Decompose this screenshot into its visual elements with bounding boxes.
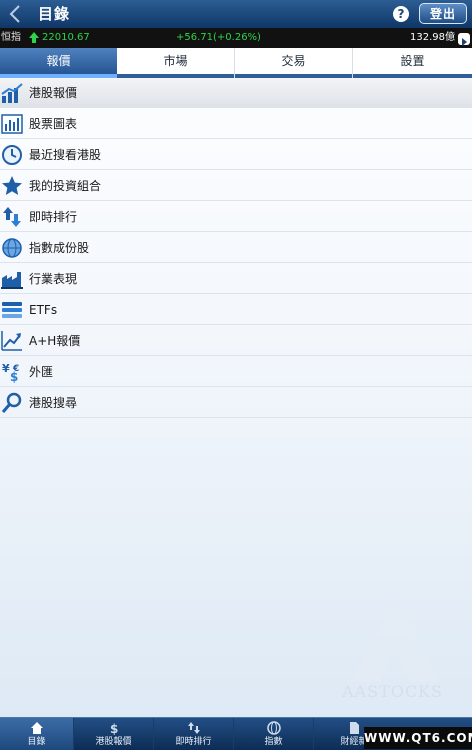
logout-button[interactable]: 登出 bbox=[419, 3, 467, 24]
globe-icon bbox=[1, 237, 23, 259]
tab-label: 報價 bbox=[46, 54, 71, 68]
ticker-change: +56.71(+0.26%) bbox=[176, 32, 261, 43]
industry-icon bbox=[1, 268, 23, 290]
dollar-icon: $ bbox=[110, 722, 118, 735]
bar-chart-icon bbox=[1, 113, 23, 135]
stack-icon bbox=[1, 299, 23, 321]
bottom-nav-ranking[interactable]: 即時排行 bbox=[154, 718, 234, 750]
watermark-text: AASTOCKS bbox=[342, 682, 444, 701]
tab-trade[interactable]: 交易 bbox=[235, 48, 353, 78]
ticker-turnover: 132.98億 bbox=[410, 32, 455, 43]
bottom-nav-home[interactable]: 目錄 bbox=[0, 718, 74, 750]
tab-label: 設置 bbox=[400, 54, 425, 68]
aastocks-logo-watermark bbox=[350, 602, 440, 682]
document-icon bbox=[350, 722, 359, 734]
menu-item-industry[interactable]: 行業表現 bbox=[0, 264, 472, 294]
back-arrow-icon bbox=[9, 5, 20, 23]
menu-item-label: 股票圖表 bbox=[29, 117, 78, 131]
bottom-nav-label: 即時排行 bbox=[175, 737, 212, 747]
bottom-nav-label: 目錄 bbox=[27, 737, 46, 747]
menu-item-label: ETFs bbox=[29, 303, 58, 317]
globe-icon bbox=[266, 721, 281, 735]
bottom-nav-hk-quotes[interactable]: $ 港股報價 bbox=[74, 718, 154, 750]
bottom-nav-label: 港股報價 bbox=[95, 737, 132, 747]
menu-item-hk-quotes[interactable]: 港股報價 bbox=[0, 78, 472, 108]
search-icon bbox=[1, 392, 23, 414]
play-icon bbox=[462, 38, 467, 46]
site-watermark-badge: WWW.QT6.COM bbox=[364, 727, 472, 749]
menu-item-top-ranking[interactable]: 即時排行 bbox=[0, 202, 472, 232]
menu-item-label: 港股搜尋 bbox=[29, 396, 78, 410]
menu-item-ah-quotes[interactable]: A+H報價 bbox=[0, 326, 472, 356]
menu-item-portfolio[interactable]: 我的投資組合 bbox=[0, 171, 472, 201]
up-down-arrows-icon bbox=[187, 722, 200, 734]
home-icon bbox=[30, 722, 43, 734]
up-down-arrows-icon bbox=[1, 206, 23, 228]
currency-icon: ¥ $ € bbox=[1, 361, 23, 383]
tab-label: 交易 bbox=[281, 54, 306, 68]
menu-item-label: 港股報價 bbox=[29, 86, 78, 100]
tab-label: 市場 bbox=[163, 54, 188, 68]
tab-bar: 報價 市場 交易 設置 bbox=[0, 48, 472, 79]
line-chart-icon bbox=[1, 82, 23, 104]
clock-icon bbox=[1, 144, 23, 166]
bottom-nav-index[interactable]: 指數 bbox=[234, 718, 314, 750]
header-bar: 目錄 ? 登出 bbox=[0, 0, 472, 29]
menu-item-recent-stocks[interactable]: 最近搜看港股 bbox=[0, 140, 472, 170]
index-ticker[interactable]: 恒指 22010.67 +56.71(+0.26%) 132.98億 bbox=[0, 28, 472, 48]
menu-item-label: 外匯 bbox=[29, 365, 54, 379]
up-arrow-icon bbox=[29, 32, 39, 48]
star-icon bbox=[1, 175, 23, 197]
ticker-value: 22010.67 bbox=[42, 32, 90, 43]
ticker-next-button[interactable] bbox=[458, 33, 470, 46]
bottom-nav-label: 指數 bbox=[264, 737, 283, 747]
menu-item-index-constituents[interactable]: 指數成份股 bbox=[0, 233, 472, 263]
help-button[interactable]: ? bbox=[393, 6, 409, 22]
menu-item-stock-chart[interactable]: 股票圖表 bbox=[0, 109, 472, 139]
menu-item-label: 最近搜看港股 bbox=[29, 148, 102, 162]
menu-item-label: 指數成份股 bbox=[29, 241, 90, 255]
menu-item-etfs[interactable]: ETFs bbox=[0, 295, 472, 325]
menu-item-stock-search[interactable]: 港股搜尋 bbox=[0, 388, 472, 418]
menu-item-label: 行業表現 bbox=[29, 272, 78, 286]
tab-quotes[interactable]: 報價 bbox=[0, 48, 117, 78]
svg-text:¥: ¥ bbox=[2, 362, 10, 375]
tab-market[interactable]: 市場 bbox=[117, 48, 235, 78]
svg-text:€: € bbox=[12, 364, 19, 374]
tab-settings[interactable]: 設置 bbox=[353, 48, 472, 78]
menu-item-label: 我的投資組合 bbox=[29, 179, 102, 193]
menu-item-label: A+H報價 bbox=[29, 334, 81, 348]
back-button[interactable] bbox=[6, 4, 24, 24]
menu-item-forex[interactable]: ¥ $ € 外匯 bbox=[0, 357, 472, 387]
trend-arrow-icon bbox=[1, 330, 23, 352]
ticker-index-name: 恒指 bbox=[1, 32, 21, 43]
menu-item-label: 即時排行 bbox=[29, 210, 78, 224]
svg-text:$: $ bbox=[110, 722, 118, 735]
page-title: 目錄 bbox=[38, 5, 71, 23]
